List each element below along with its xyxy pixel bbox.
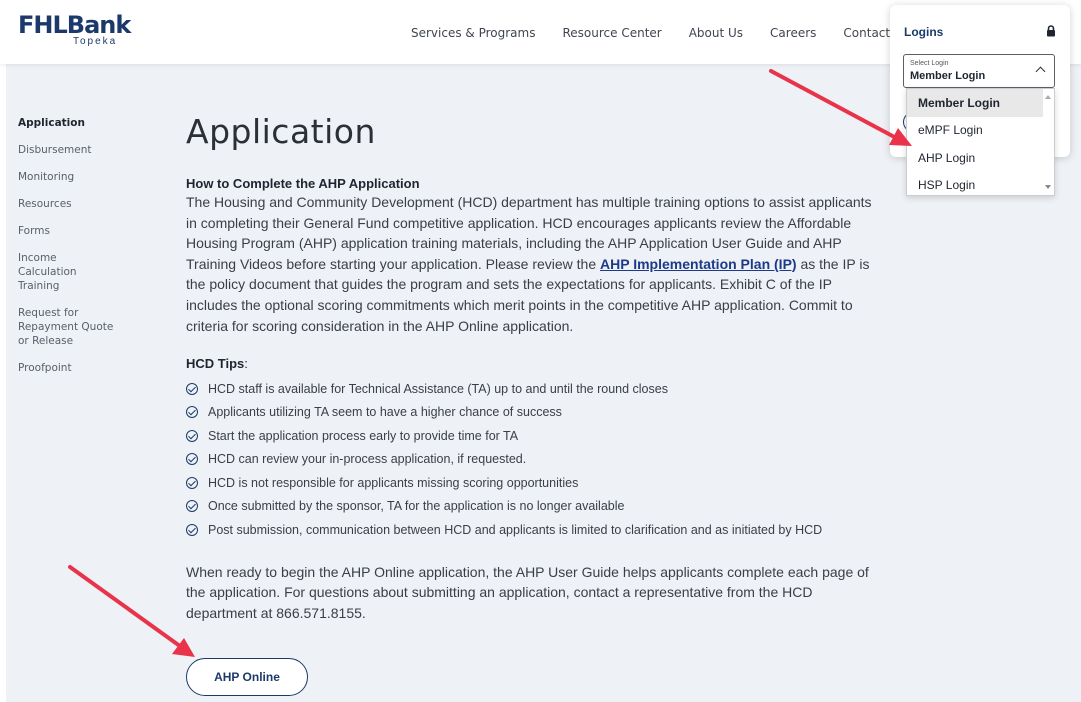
nav-resource-center[interactable]: Resource Center (562, 26, 661, 40)
tip-text: Start the application process early to p… (208, 428, 519, 443)
sidebar-item-repayment-quote[interactable]: Request for Repayment Quote or Release (18, 306, 118, 348)
option-member-login[interactable]: Member Login (907, 89, 1043, 117)
list-item: Post submission, communication between H… (186, 518, 881, 542)
implementation-plan-link[interactable]: AHP Implementation Plan (IP) (600, 256, 797, 272)
option-ahp-login[interactable]: AHP Login (907, 144, 1043, 172)
ahp-online-button[interactable]: AHP Online (186, 658, 308, 696)
logins-title: Logins (904, 25, 944, 39)
sidebar-item-application[interactable]: Application (18, 116, 128, 130)
nav-about-us[interactable]: About Us (689, 26, 743, 40)
closing-paragraph: When ready to begin the AHP Online appli… (186, 563, 869, 621)
nav-contact[interactable]: Contact (843, 26, 890, 40)
check-circle-icon (186, 429, 198, 442)
scroll-down-icon[interactable] (1045, 185, 1051, 189)
check-circle-icon (186, 500, 198, 513)
scroll-up-icon[interactable] (1045, 95, 1051, 99)
tip-text: HCD is not responsible for applicants mi… (208, 475, 579, 490)
intro-paragraph: The Housing and Community Development (H… (186, 192, 881, 336)
page-title: Application (186, 112, 376, 151)
tip-text: Applicants utilizing TA seem to have a h… (208, 405, 562, 420)
logo-subtext: Topeka (73, 36, 118, 47)
option-empf-login[interactable]: eMPF Login (907, 117, 1043, 145)
chevron-up-icon (1035, 66, 1046, 77)
logo-text: FHLBank (18, 11, 131, 39)
check-circle-icon (186, 523, 198, 536)
tip-text: Post submission, communication between H… (208, 522, 823, 537)
section-subhead: How to Complete the AHP Application (186, 176, 420, 191)
sidebar-item-resources[interactable]: Resources (18, 197, 128, 211)
login-dropdown-list: Member Login eMPF Login AHP Login HSP Lo… (906, 88, 1055, 196)
check-circle-icon (186, 476, 198, 489)
list-item: HCD is not responsible for applicants mi… (186, 471, 881, 495)
tip-text: HCD staff is available for Technical Ass… (208, 381, 668, 396)
tip-text: HCD can review your in-process applicati… (208, 452, 527, 467)
select-small-label: Select Login (910, 60, 949, 67)
dropdown-scrollbar[interactable] (1042, 89, 1054, 195)
tip-text: Once submitted by the sponsor, TA for th… (208, 499, 625, 514)
list-item: HCD can review your in-process applicati… (186, 448, 881, 472)
list-item: Once submitted by the sponsor, TA for th… (186, 495, 881, 519)
section-sidebar: Application Disbursement Monitoring Reso… (18, 116, 128, 388)
list-item: Applicants utilizing TA seem to have a h… (186, 401, 881, 425)
tips-list: HCD staff is available for Technical Ass… (186, 377, 881, 542)
nav-careers[interactable]: Careers (770, 26, 816, 40)
list-item: HCD staff is available for Technical Ass… (186, 377, 881, 401)
tips-heading-colon: : (244, 356, 248, 372)
check-circle-icon (186, 453, 198, 466)
nav-services-programs[interactable]: Services & Programs (411, 26, 535, 40)
sidebar-item-income-calculation-training[interactable]: Income Calculation Training (18, 251, 98, 293)
main-content: Application How to Complete the AHP Appl… (186, 110, 881, 623)
tips-heading: HCD Tips: (186, 356, 881, 372)
list-item: Start the application process early to p… (186, 424, 881, 448)
fhlbank-logo[interactable]: FHLBank Topeka (18, 12, 131, 52)
option-hsp-login[interactable]: HSP Login (907, 172, 1043, 200)
check-circle-icon (186, 382, 198, 395)
check-circle-icon (186, 406, 198, 419)
sidebar-item-disbursement[interactable]: Disbursement (18, 143, 128, 157)
login-select[interactable]: Select Login Member Login (903, 54, 1055, 88)
select-value: Member Login (910, 70, 986, 82)
tips-heading-text: HCD Tips (186, 356, 245, 372)
main-nav: Services & Programs Resource Center Abou… (411, 26, 917, 40)
sidebar-item-proofpoint[interactable]: Proofpoint (18, 361, 128, 375)
lock-icon (1047, 25, 1055, 37)
sidebar-item-monitoring[interactable]: Monitoring (18, 170, 128, 184)
sidebar-item-forms[interactable]: Forms (18, 224, 128, 238)
